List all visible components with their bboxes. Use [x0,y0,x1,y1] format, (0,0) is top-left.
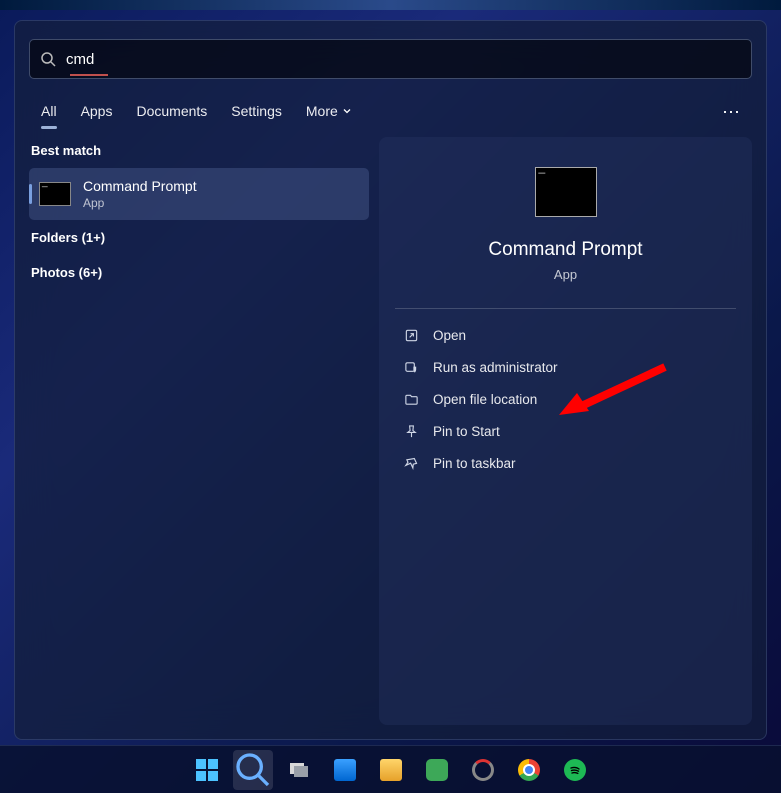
tab-all-label: All [41,103,57,119]
results-column: Best match Command Prompt App Folders (1… [29,137,369,725]
pin-taskbar-icon [403,455,419,471]
result-command-prompt[interactable]: Command Prompt App [29,168,369,220]
action-pin-start-label: Pin to Start [433,424,500,439]
tab-apps-label: Apps [81,103,113,119]
taskbar-app-chrome[interactable] [509,750,549,790]
preview-subtitle: App [395,267,736,282]
overflow-menu-button[interactable]: ⋯ [712,96,752,129]
chat-icon [426,759,448,781]
action-open-loc-label: Open file location [433,392,537,407]
tab-more-label: More [306,103,338,119]
task-view-icon [288,759,310,781]
results-group-photos[interactable]: Photos (6+) [29,255,369,290]
chevron-down-icon [342,106,352,116]
file-explorer-icon [380,759,402,781]
action-open[interactable]: Open [395,319,736,351]
search-icon [40,51,56,67]
tab-apps[interactable]: Apps [69,95,125,129]
tab-more[interactable]: More [294,95,364,129]
preview-pane: Command Prompt App Open Run as administr… [379,137,752,725]
taskbar-app-generic[interactable] [463,750,503,790]
result-title: Command Prompt [83,178,197,194]
tab-documents[interactable]: Documents [124,95,219,129]
taskbar-app-widgets[interactable] [325,750,365,790]
tab-documents-label: Documents [136,103,207,119]
search-underline-annotation [70,74,108,76]
folder-icon [403,391,419,407]
action-run-admin-label: Run as administrator [433,360,558,375]
widgets-icon [334,759,356,781]
action-run-as-administrator[interactable]: Run as administrator [395,351,736,383]
preview-app-icon [535,167,597,217]
best-match-label: Best match [29,137,369,168]
search-icon [233,750,273,790]
search-box[interactable] [29,39,752,79]
result-subtitle: App [83,196,197,210]
taskbar-app-chat[interactable] [417,750,457,790]
pin-start-icon [403,423,419,439]
action-open-file-location[interactable]: Open file location [395,383,736,415]
action-pin-to-start[interactable]: Pin to Start [395,415,736,447]
chrome-icon [518,759,540,781]
taskbar-search-button[interactable] [233,750,273,790]
admin-shield-icon [403,359,419,375]
filter-tabs: All Apps Documents Settings More ⋯ [15,91,766,129]
spotify-icon [564,759,586,781]
open-icon [403,327,419,343]
action-open-label: Open [433,328,466,343]
action-pin-taskbar-label: Pin to taskbar [433,456,516,471]
start-search-panel: All Apps Documents Settings More ⋯ Best … [14,20,767,740]
results-group-folders[interactable]: Folders (1+) [29,220,369,255]
tab-settings[interactable]: Settings [219,95,294,129]
tab-settings-label: Settings [231,103,282,119]
circle-icon [472,759,494,781]
start-button[interactable] [187,750,227,790]
divider [395,308,736,309]
cmd-icon [39,182,71,206]
windows-logo-icon [196,759,218,781]
task-view-button[interactable] [279,750,319,790]
taskbar-app-explorer[interactable] [371,750,411,790]
preview-title: Command Prompt [395,239,736,261]
search-input[interactable] [66,51,741,68]
taskbar-app-spotify[interactable] [555,750,595,790]
action-pin-to-taskbar[interactable]: Pin to taskbar [395,447,736,479]
taskbar [0,745,781,793]
tab-all[interactable]: All [29,95,69,129]
